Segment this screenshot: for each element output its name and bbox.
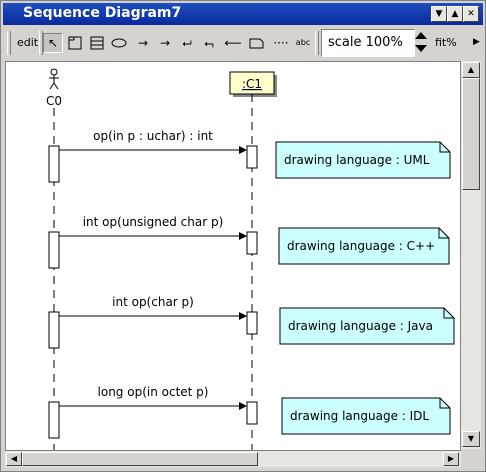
caller-activation[interactable] xyxy=(48,231,60,269)
callee-activation[interactable] xyxy=(246,231,258,255)
fragment-tool-icon[interactable] xyxy=(87,33,107,53)
vertical-scrollbar[interactable]: ▲ ▼ xyxy=(461,61,481,449)
dashed-line-tool-icon[interactable]: ···· xyxy=(271,33,291,53)
callee-activation[interactable] xyxy=(246,401,258,425)
scroll-up-button[interactable]: ▲ xyxy=(462,62,480,78)
maximize-button[interactable]: ▲ xyxy=(447,6,463,22)
message-row: int op(char p) drawing language : Java xyxy=(48,295,455,349)
edit-button[interactable]: edit xyxy=(17,36,38,49)
message-label[interactable]: op(in p : uchar) : int xyxy=(93,129,213,143)
toolbar-separator xyxy=(315,31,319,55)
note-tool-icon[interactable] xyxy=(247,33,267,53)
pointer-tool-icon[interactable]: ↖ xyxy=(43,33,63,53)
scale-field[interactable]: scale 100% xyxy=(321,29,415,57)
close-button[interactable]: ✕ xyxy=(463,6,479,22)
fit-button[interactable]: fit% xyxy=(435,36,457,49)
message-label[interactable]: long op(in octet p) xyxy=(98,385,209,399)
async-message-tool-icon[interactable]: → xyxy=(155,33,175,53)
arrowhead-icon xyxy=(239,232,247,240)
return-message-tool-icon[interactable]: ⮠ xyxy=(177,33,197,53)
scroll-down-button[interactable]: ▼ xyxy=(462,431,480,447)
caller-activation[interactable] xyxy=(48,145,60,183)
diagram-canvas[interactable]: C0 :C1 op(in p : uchar) : int drawing lan… xyxy=(5,61,461,451)
sequence-diagram: C0 :C1 op(in p : uchar) : int drawing lan… xyxy=(46,68,455,450)
message-row: op(in p : uchar) : int drawing language :… xyxy=(48,129,451,183)
object-c1[interactable]: :C1 xyxy=(229,71,277,97)
caller-activation[interactable] xyxy=(48,401,60,439)
minimize-button[interactable]: ▼ xyxy=(431,6,447,22)
horizontal-scrollbar[interactable]: ◀ ▶ xyxy=(5,451,461,467)
window: Sequence Diagram7 ▼ ▲ ✕ edit ↖ → → ⮠ ⮢ ⟵… xyxy=(0,0,486,472)
toolbar: edit ↖ → → ⮠ ⮢ ⟵ ···· abc scale 100% fit… xyxy=(3,27,483,59)
arrowhead-icon xyxy=(239,312,247,320)
message-row: long op(in octet p) drawing language : ID… xyxy=(48,385,451,439)
scroll-left-button[interactable]: ◀ xyxy=(6,452,22,466)
arrowhead-icon xyxy=(239,402,247,410)
note-text: drawing language : UML xyxy=(284,153,430,167)
object-label: :C1 xyxy=(242,77,262,91)
horizontal-scroll-thumb[interactable] xyxy=(22,452,258,466)
actor-label: C0 xyxy=(46,94,62,108)
actor-c0[interactable]: C0 xyxy=(46,68,62,108)
text-tool-icon[interactable]: abc xyxy=(293,33,313,53)
caller-activation[interactable] xyxy=(48,311,60,349)
callee-activation[interactable] xyxy=(246,145,258,169)
vertical-scroll-thumb[interactable] xyxy=(462,78,480,190)
oval-tool-icon[interactable] xyxy=(109,33,129,53)
message-row: int op(unsigned char p) drawing language … xyxy=(48,215,450,269)
scroll-right-button[interactable]: ▶ xyxy=(443,452,459,466)
message-label[interactable]: int op(unsigned char p) xyxy=(83,215,224,229)
scale-label: scale 100% xyxy=(328,35,403,50)
class-box-tool-icon[interactable] xyxy=(65,33,85,53)
window-title: Sequence Diagram7 xyxy=(23,5,182,21)
arrowhead-icon xyxy=(239,146,247,154)
note-text: drawing language : IDL xyxy=(290,409,429,423)
callee-activation[interactable] xyxy=(246,311,258,335)
message-label[interactable]: int op(char p) xyxy=(112,295,194,309)
sync-message-tool-icon[interactable]: → xyxy=(133,33,153,53)
note-text: drawing language : C++ xyxy=(287,239,435,253)
toolbar-overflow-icon[interactable]: ▶ xyxy=(473,37,480,47)
toolbar-grip[interactable] xyxy=(7,31,11,55)
scale-spinner[interactable] xyxy=(413,29,429,55)
note-text: drawing language : Java xyxy=(288,319,433,333)
reflexive-message-tool-icon[interactable]: ⮢ xyxy=(199,33,219,53)
lost-message-tool-icon[interactable]: ⟵ xyxy=(223,33,243,53)
title-bar[interactable]: Sequence Diagram7 ▼ ▲ ✕ xyxy=(3,3,483,25)
